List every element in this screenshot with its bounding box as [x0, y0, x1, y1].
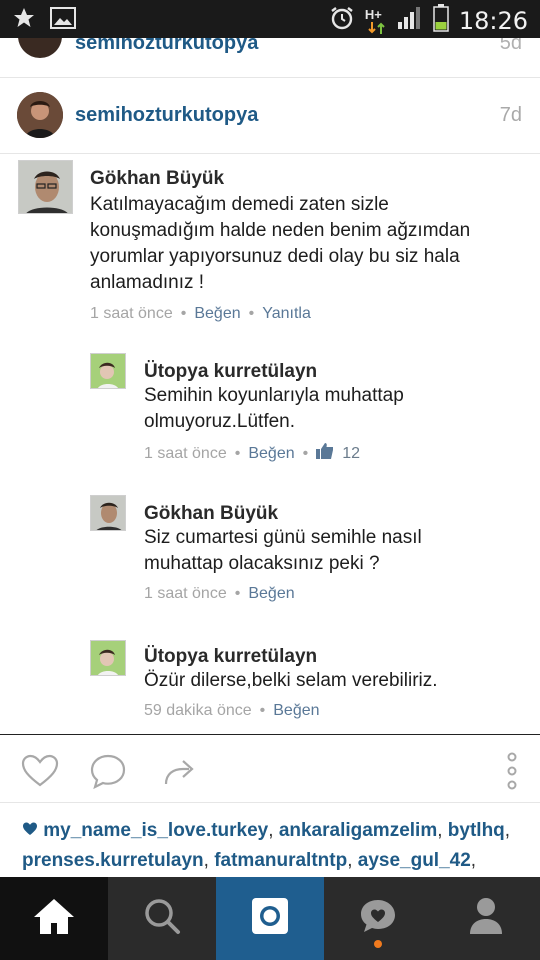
comment-meta: 1 saat önce • Beğen • 12 [144, 443, 360, 464]
comment-text: Semihin koyunlarıyla muhattap olmuyoruz.… [144, 385, 404, 432]
comment-time: 1 saat önce [144, 444, 227, 462]
photo-comment: Ütopya kurretülayn Semihin koyunlarıyla … [90, 353, 510, 473]
like-link: Beğen [248, 585, 295, 602]
network-type-indicator: H+ [365, 7, 387, 35]
previous-post-timestamp: 5d [499, 38, 522, 54]
comment-text: Katılmayacağım demedi zaten sizle konuşm… [90, 194, 471, 293]
commenter-name: Ütopya kurretülayn [144, 361, 318, 382]
comment-meta: 59 dakika önce • Beğen [144, 702, 320, 720]
separator-dot: • [234, 444, 241, 462]
comment-time: 1 saat önce [90, 305, 173, 322]
post-header: semihozturkutopya 7d [0, 78, 540, 154]
commenter-name: Gökhan Büyük [144, 503, 279, 524]
tab-camera[interactable] [216, 877, 324, 960]
tab-profile[interactable] [432, 877, 540, 960]
avatar[interactable] [17, 92, 63, 138]
camera-icon [250, 896, 290, 941]
likes-list: my_name_is_love.turkey, ankaraligamzelim… [22, 816, 532, 876]
reply-link: Yanıtla [262, 305, 311, 322]
liker-separator: , [504, 820, 511, 841]
photo-comment: Gökhan Büyük Katılmayacağım demedi zaten… [18, 160, 518, 330]
liker-separator: , [268, 820, 279, 841]
gallery-icon [50, 7, 76, 34]
like-link: Beğen [194, 305, 241, 322]
liker-link[interactable]: bytlhq [448, 820, 505, 841]
like-link: Beğen [273, 702, 320, 719]
status-time: 18:26 [458, 6, 528, 35]
bottom-navigation [0, 877, 540, 960]
more-options-icon[interactable] [492, 751, 532, 791]
tab-home[interactable] [0, 877, 108, 960]
tab-search[interactable] [108, 877, 216, 960]
photo-comment: Gökhan Büyük Siz cumartesi günü semihle … [90, 495, 510, 615]
separator-dot: • [180, 305, 187, 322]
comment-meta: 1 saat önce • Beğen • Yanıtla [90, 305, 311, 323]
home-icon [32, 896, 76, 941]
liker-separator: , [347, 850, 358, 871]
activity-badge-dot [374, 940, 382, 948]
comment-time: 59 dakika önce [144, 702, 252, 719]
thumbs-up-icon [316, 443, 334, 464]
alarm-icon [329, 5, 355, 36]
liker-link[interactable]: ankaraligamzelim [279, 820, 437, 841]
network-type-label: H+ [364, 6, 382, 22]
post-timestamp: 7d [499, 104, 522, 126]
share-arrow-icon[interactable] [158, 751, 198, 791]
photo-comment: Ütopya kurretülayn Özür dilerse,belki se… [90, 640, 510, 730]
status-bar: H+ 18:26 [0, 0, 540, 38]
post-photo[interactable]: Gökhan Büyük Katılmayacağım demedi zaten… [0, 155, 540, 735]
liker-separator: , [203, 850, 215, 871]
liker-link[interactable]: fatmanuraltntp [214, 850, 347, 871]
search-icon [142, 896, 182, 941]
post-actions [0, 737, 540, 803]
star-icon [12, 6, 36, 35]
likes-count: 12 [342, 444, 361, 462]
separator-dot: • [234, 585, 241, 602]
commenter-photo [18, 160, 73, 214]
commenter-name: Gökhan Büyük [90, 168, 225, 189]
liker-separator: , [470, 850, 477, 871]
commenter-name: Ütopya kurretülayn [144, 646, 318, 667]
tab-activity[interactable] [324, 877, 432, 960]
liker-link[interactable]: ayse_gul_42 [358, 850, 471, 871]
like-heart-icon[interactable] [20, 751, 60, 791]
battery-icon [433, 4, 449, 37]
activity-heart-icon [358, 896, 398, 941]
commenter-photo [90, 495, 126, 531]
signal-icon [397, 6, 423, 35]
comment-time: 1 saat önce [144, 585, 227, 602]
separator-dot: • [302, 444, 309, 462]
post-username[interactable]: semihozturkutopya [75, 104, 258, 127]
comment-text: Siz cumartesi günü semihle nasıl muhatta… [144, 527, 422, 574]
separator-dot: • [248, 305, 255, 322]
previous-post-username[interactable]: semihozturkutopya [75, 38, 258, 55]
profile-icon [468, 896, 504, 941]
comment-bubble-icon[interactable] [88, 751, 128, 791]
avatar[interactable] [18, 38, 62, 58]
like-link: Beğen [248, 444, 295, 462]
comment-meta: 1 saat önce • Beğen [144, 585, 295, 603]
liker-separator: , [437, 820, 448, 841]
small-heart-icon [22, 820, 43, 841]
liker-link[interactable]: prenses.kurretulayn [22, 850, 204, 871]
liker-link[interactable]: my_name_is_love.turkey [43, 820, 268, 841]
previous-post-header: semihozturkutopya 5d [0, 38, 540, 78]
comment-text: Özür dilerse,belki selam verebiliriz. [144, 670, 438, 691]
commenter-photo [90, 640, 126, 676]
separator-dot: • [259, 702, 266, 719]
commenter-photo [90, 353, 126, 389]
